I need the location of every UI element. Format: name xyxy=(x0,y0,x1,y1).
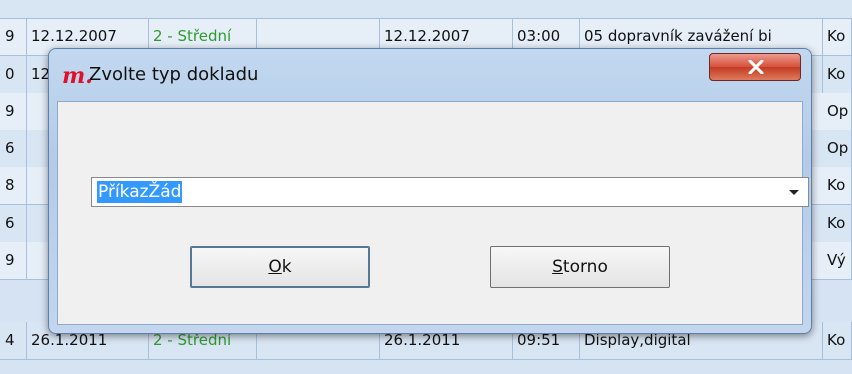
type-cell: Ko xyxy=(823,56,852,93)
document-type-select[interactable]: PříkazŽád xyxy=(91,177,809,207)
select-value: PříkazŽád xyxy=(97,181,183,203)
table-row xyxy=(0,0,852,19)
type-cell: Op xyxy=(823,130,852,167)
row-number-cell: 6 xyxy=(0,130,27,167)
ok-accelerator: O xyxy=(268,257,282,277)
ok-label: k xyxy=(281,257,292,277)
dialog-title: Zvolte typ dokladu xyxy=(89,64,259,85)
type-cell: Ko xyxy=(823,167,852,204)
storno-accelerator: S xyxy=(552,257,563,277)
type-cell: Ko xyxy=(823,18,852,55)
row-number-cell: 9 xyxy=(0,18,27,55)
storno-label: torno xyxy=(562,257,608,277)
type-cell: Ko xyxy=(823,322,852,359)
row-number-cell: 0 xyxy=(0,56,27,93)
row-number-cell: 4 xyxy=(0,322,27,359)
dialog-client-area xyxy=(57,101,803,325)
ok-button[interactable]: Ok xyxy=(190,246,370,288)
row-number-cell: 8 xyxy=(0,167,27,204)
row-number-cell: 6 xyxy=(0,205,27,242)
document-type-dialog: m. Zvolte typ dokladu PříkazŽád Ok Storn… xyxy=(48,48,812,334)
type-cell: Ko xyxy=(823,205,852,242)
dialog-titlebar[interactable]: m. Zvolte typ dokladu xyxy=(49,49,811,101)
close-x-icon xyxy=(748,60,764,74)
row-number-cell: 9 xyxy=(0,242,27,279)
type-cell: Op xyxy=(823,93,852,130)
type-cell: Vý xyxy=(823,242,852,279)
close-button[interactable] xyxy=(709,53,801,81)
storno-button[interactable]: Storno xyxy=(490,246,670,288)
row-number-cell: 9 xyxy=(0,93,27,130)
chevron-down-icon[interactable] xyxy=(784,182,804,202)
